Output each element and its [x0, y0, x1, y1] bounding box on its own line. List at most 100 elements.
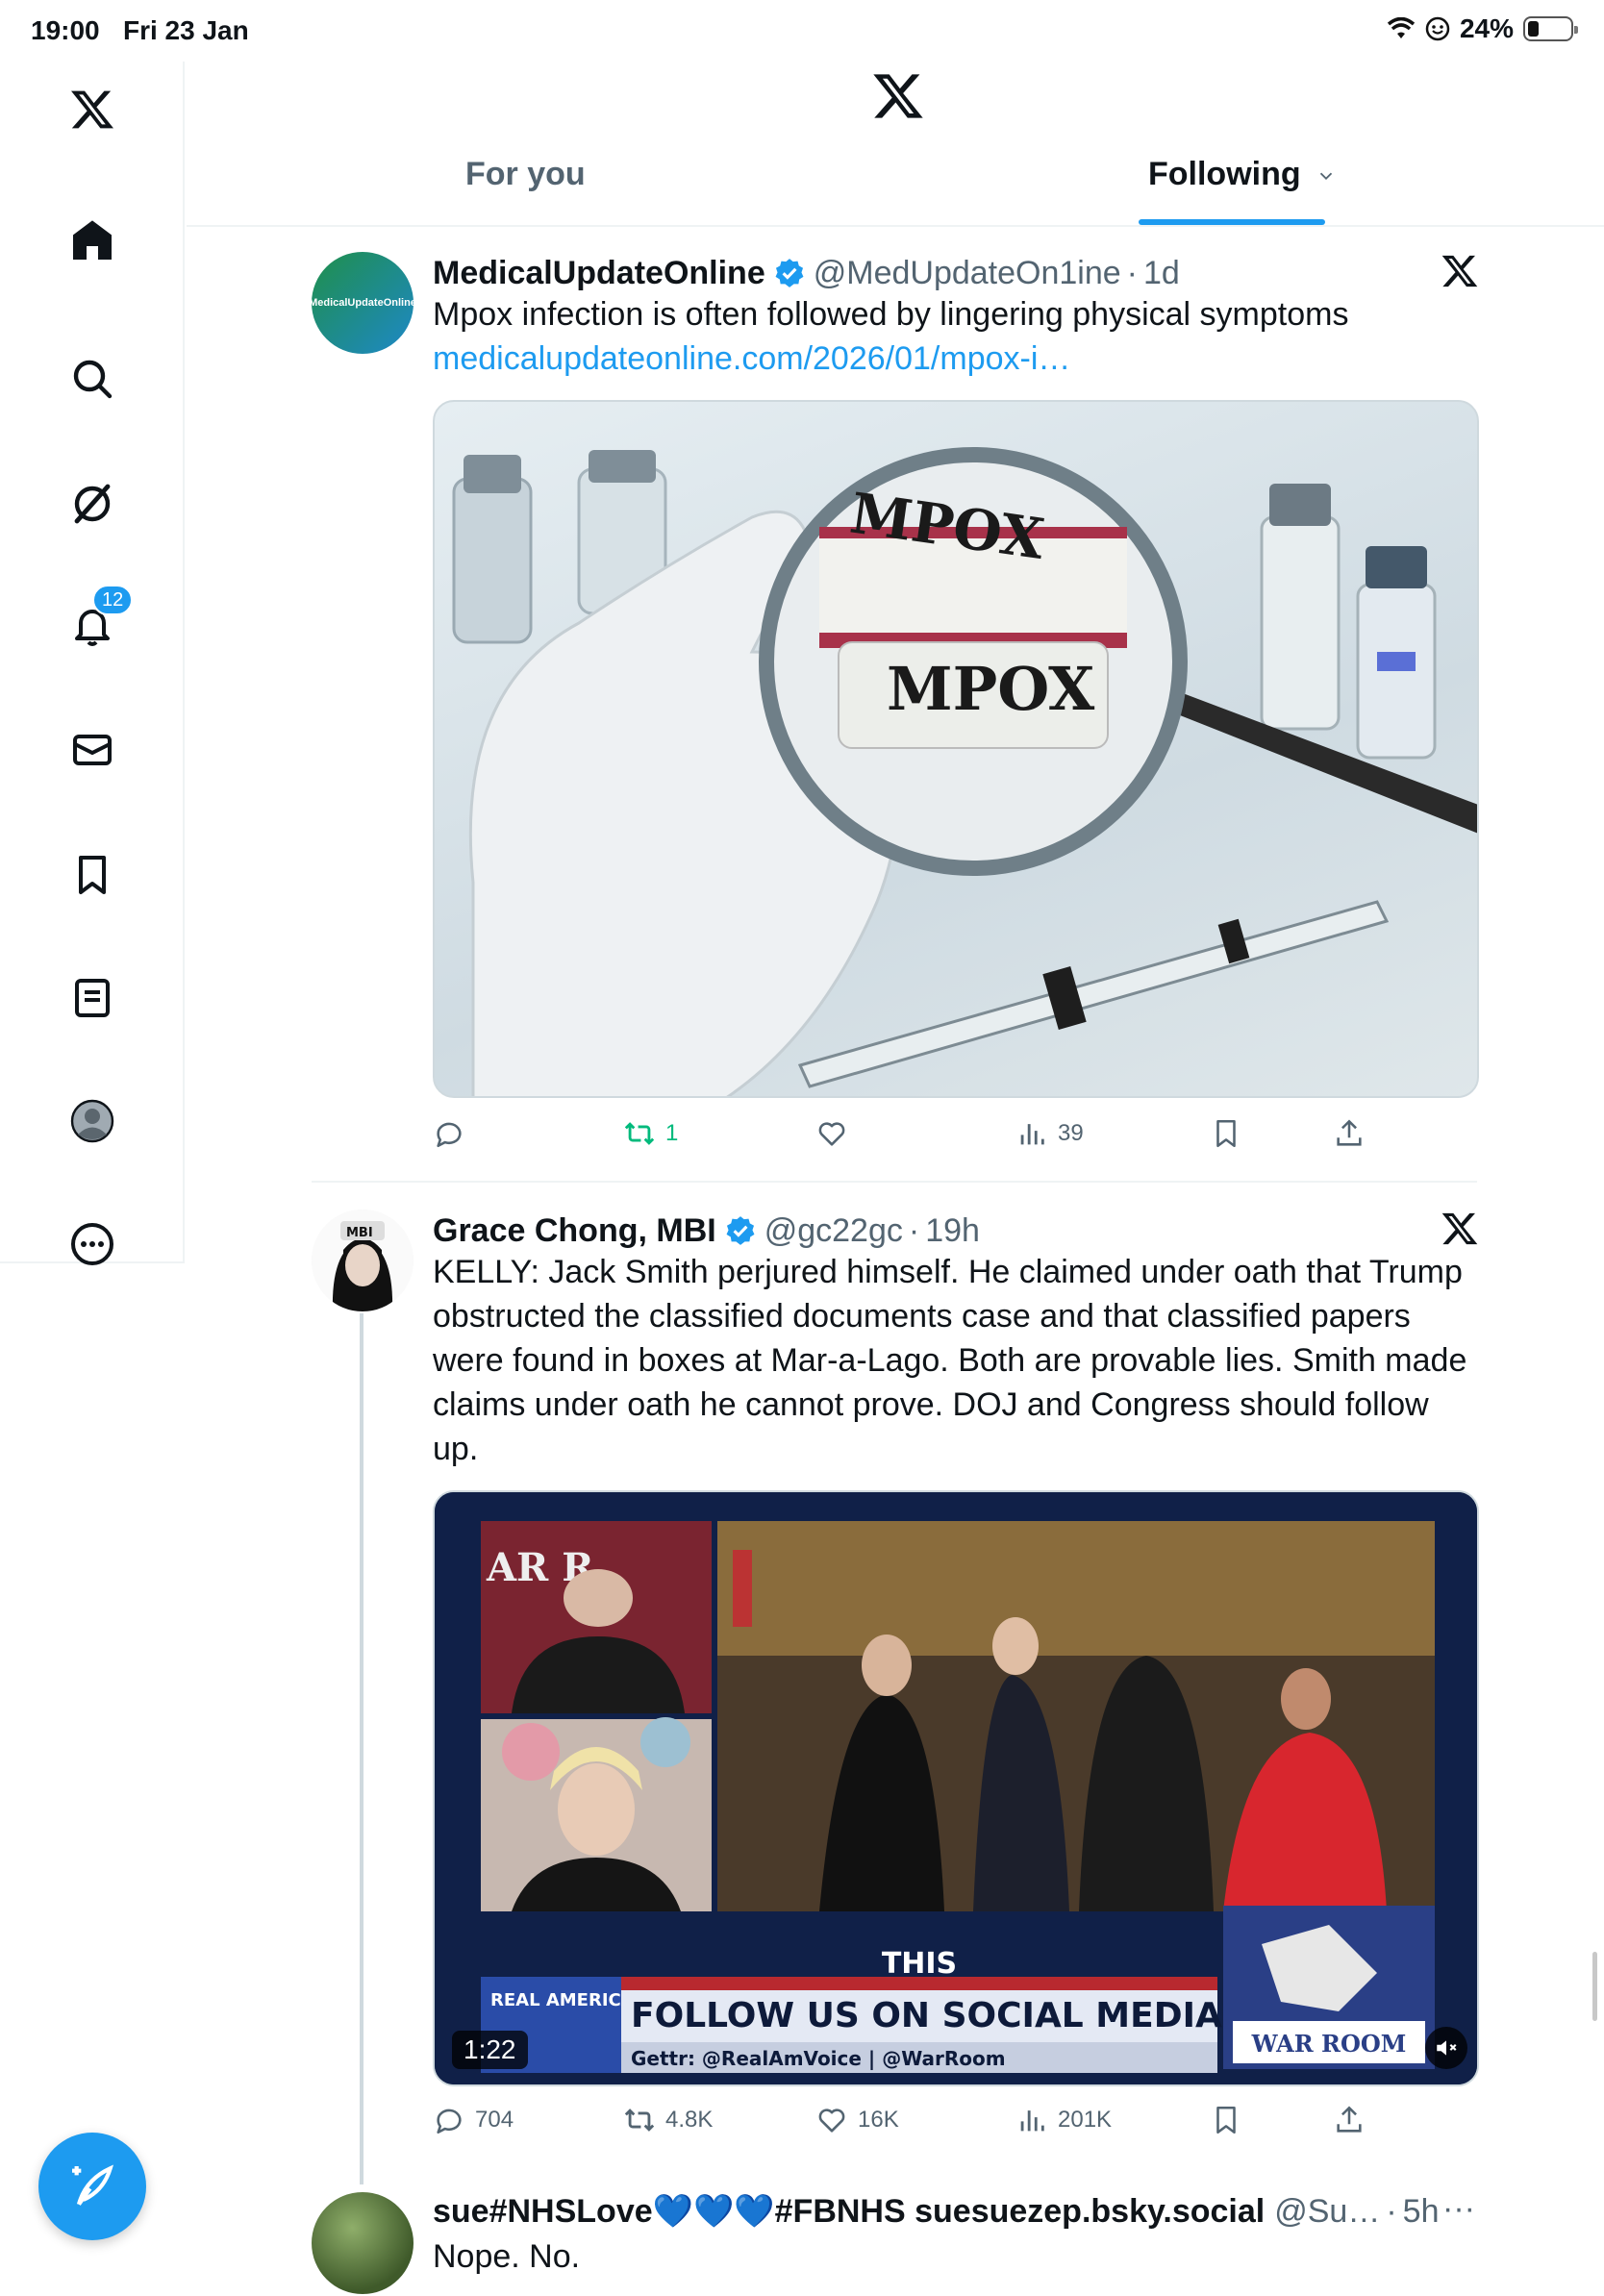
bookmark-button[interactable] — [1210, 2104, 1242, 2136]
battery-icon — [1523, 16, 1578, 41]
avatar[interactable]: MedicalUpdateOnline — [312, 252, 414, 354]
author-handle[interactable]: @Su… — [1274, 2193, 1380, 2231]
compose-post-button[interactable] — [38, 2133, 146, 2240]
like-button[interactable] — [815, 1117, 858, 1150]
post-sue[interactable]: sue#NHSLove💙💙💙#FBNHS suesuezep.bsky.soci… — [312, 2190, 1475, 2296]
status-date: Fri 23 Jan — [123, 15, 249, 45]
author-name[interactable]: Grace Chong, MBI — [433, 1212, 716, 1250]
avatar[interactable] — [312, 2192, 414, 2294]
heart-icon — [818, 2109, 845, 2133]
banner-main-text: FOLLOW US ON SOCIAL MEDIA — [631, 1996, 1222, 2035]
post-text: KELLY: Jack Smith perjured himself. He c… — [433, 1254, 1467, 1467]
bookmark-icon — [1216, 2106, 1236, 2134]
tab-for-you[interactable]: For you — [465, 156, 586, 227]
views-button[interactable]: 39 — [1015, 1117, 1084, 1150]
post-time[interactable]: 19h — [925, 1212, 980, 1250]
repost-button[interactable]: 4.8K — [623, 2104, 713, 2136]
search-icon[interactable] — [54, 340, 131, 417]
x-logo-icon[interactable] — [1441, 1210, 1479, 1248]
share-icon — [1337, 2106, 1362, 2133]
author-handle[interactable]: @MedUpdateOn1ine — [814, 255, 1121, 292]
repost-icon — [624, 1122, 655, 1145]
verified-badge-icon — [775, 259, 804, 287]
separator: · — [1386, 2192, 1397, 2230]
reply-button[interactable] — [433, 1117, 475, 1150]
status-bar: 19:00 Fri 23 Jan 24% — [0, 0, 1604, 62]
post-header: sue#NHSLove💙💙💙#FBNHS suesuezep.bsky.soci… — [433, 2190, 1475, 2233]
avatar-portrait: MBI — [312, 1210, 414, 1311]
post-video[interactable]: AR R REAL AMERICA'S VOICE THIS FOLLOW US… — [433, 1490, 1479, 2086]
more-options-icon[interactable]: ··· — [1442, 2190, 1475, 2228]
sidebar: 12 — [0, 62, 185, 1265]
muted-speaker-icon — [1437, 2040, 1457, 2056]
like-button[interactable]: 16K — [815, 2104, 899, 2136]
post-link[interactable]: medicalupdateonline.com/2026/01/mpox-i… — [433, 337, 1481, 381]
timeline-header: For you Following — [187, 62, 1604, 227]
post-text: Nope. No. — [433, 2238, 581, 2275]
messages-icon[interactable] — [54, 711, 131, 788]
scrollbar[interactable] — [1592, 1952, 1597, 2021]
status-time: 19:00 — [31, 15, 100, 45]
lists-icon[interactable] — [54, 960, 131, 1036]
post-actions: 1 39 — [433, 1117, 1479, 1165]
home-icon[interactable] — [54, 202, 131, 279]
tab-following[interactable]: Following — [1148, 156, 1337, 227]
wifi-icon — [1387, 17, 1416, 38]
more-icon[interactable] — [54, 1206, 131, 1283]
post-actions: 704 4.8K 16K 201K — [433, 2104, 1479, 2152]
author-name[interactable]: MedicalUpdateOnline — [433, 255, 765, 292]
bookmark-button[interactable] — [1210, 1117, 1242, 1150]
post-image[interactable]: MPOX MPOX — [433, 400, 1479, 1098]
post-header: MedicalUpdateOnline @MedUpdateOn1ine · 1… — [433, 252, 1180, 294]
bookmarks-icon[interactable] — [54, 836, 131, 913]
repost-count: 1 — [665, 1120, 679, 1146]
banner-sub-text: Gettr: @RealAmVoice | @WarRoom — [631, 2047, 1006, 2070]
share-button[interactable] — [1333, 1117, 1366, 1150]
like-count: 16K — [858, 2107, 899, 2133]
views-icon — [1020, 1124, 1044, 1145]
bookmark-icon — [1216, 1119, 1236, 1148]
repost-count: 4.8K — [665, 2107, 714, 2133]
post-header: Grace Chong, MBI @gc22gc · 19h — [433, 1210, 980, 1252]
mute-button[interactable] — [1425, 2027, 1467, 2069]
avatar[interactable]: MBI — [312, 1210, 414, 1311]
author-handle[interactable]: @gc22gc — [764, 1212, 903, 1250]
separator: · — [908, 1211, 920, 1249]
reply-button[interactable]: 704 — [433, 2104, 514, 2136]
status-right: 24% — [1387, 13, 1578, 44]
mpox-image-illustration: MPOX MPOX — [452, 447, 1477, 1096]
mpox-label-text-2: MPOX — [887, 654, 1095, 724]
views-icon — [1020, 2110, 1044, 2132]
x-logo-icon[interactable] — [871, 69, 925, 123]
post-time[interactable]: 5h — [1403, 2193, 1440, 2231]
views-button[interactable]: 201K — [1015, 2104, 1112, 2136]
heart-icon — [818, 1122, 845, 1146]
tab-following-label: Following — [1148, 156, 1301, 192]
avatar-mbi-text: MBI — [346, 1226, 373, 1240]
show-logo-text: WAR ROOM — [1251, 2030, 1407, 2058]
banner-top-text: THIS — [882, 1947, 957, 1981]
grok-icon[interactable] — [54, 465, 131, 542]
repost-icon — [624, 2109, 655, 2132]
post-grace-chong[interactable]: MBI Grace Chong, MBI @gc22gc · 19h KELLY… — [312, 1210, 1479, 2134]
reply-icon — [437, 1122, 462, 1148]
profile-icon[interactable] — [54, 1083, 131, 1160]
post-medicalupdateonline[interactable]: MedicalUpdateOnline MedicalUpdateOnline … — [312, 252, 1479, 1175]
compose-post-icon — [72, 2164, 114, 2206]
chevron-down-icon — [1319, 172, 1333, 181]
share-icon — [1337, 1119, 1362, 1146]
post-divider — [312, 1181, 1477, 1183]
author-name[interactable]: sue#NHSLove💙💙💙#FBNHS suesuezep.bsky.soci… — [433, 2192, 1265, 2231]
video-duration: 1:22 — [452, 2031, 528, 2069]
reply-icon — [437, 2109, 462, 2134]
share-button[interactable] — [1333, 2104, 1366, 2136]
post-body: Mpox infection is often followed by ling… — [433, 296, 1349, 333]
video-frame: AR R REAL AMERICA'S VOICE THIS FOLLOW US… — [435, 1492, 1477, 2084]
repost-button[interactable]: 1 — [623, 1117, 678, 1150]
separator: · — [1126, 254, 1138, 291]
active-tab-indicator — [1139, 219, 1325, 225]
x-logo-icon[interactable] — [1441, 252, 1479, 290]
post-time[interactable]: 1d — [1143, 255, 1180, 292]
focus-smiley-icon — [1425, 16, 1450, 41]
notifications-icon[interactable]: 12 — [54, 585, 134, 663]
